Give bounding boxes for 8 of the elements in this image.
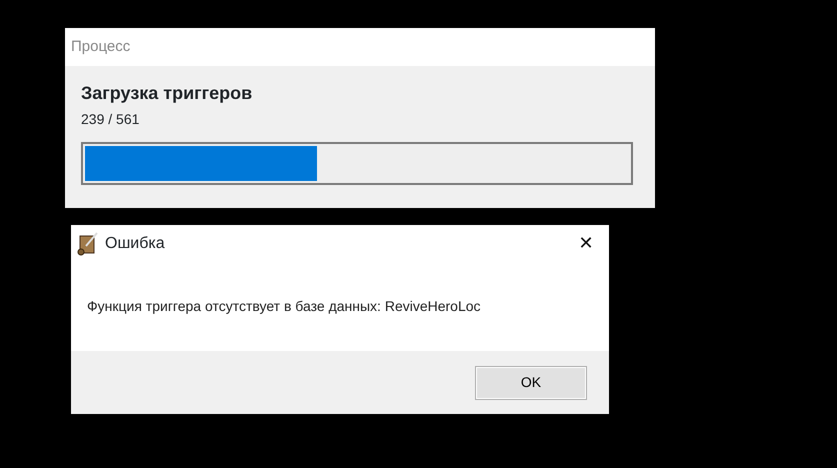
window-title: Процесс (71, 36, 130, 57)
error-message: Функция триггера отсутствует в базе данных: ReviveHeroLoc (87, 297, 481, 316)
heading: Загрузка триггеров (81, 82, 254, 104)
scroll-icon (77, 232, 99, 256)
close-button[interactable]: ✕ (563, 225, 609, 262)
dialog-title: Ошибка (105, 234, 165, 254)
ok-button[interactable]: OK (475, 366, 587, 400)
progress-count: 239 / 561 (81, 110, 140, 129)
